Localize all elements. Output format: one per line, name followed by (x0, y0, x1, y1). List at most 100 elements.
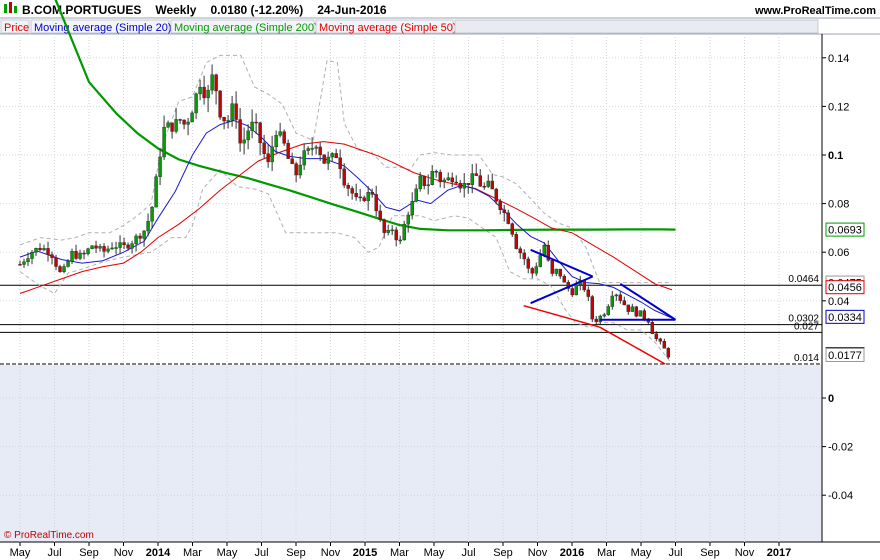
candle-body (166, 122, 170, 128)
candle-body (78, 252, 82, 259)
candle-body (582, 280, 586, 291)
candle-body (34, 248, 38, 253)
price-chart[interactable]: B.COM.PORTUGUES Weekly 0.0180 (-12.20%) 24-… (0, 0, 880, 560)
candle-body (538, 255, 542, 267)
candle-body (634, 306, 639, 317)
candle-body (50, 254, 54, 258)
candle-body (550, 260, 554, 274)
legend-item[interactable]: Moving average (Simple 20) (34, 22, 172, 34)
candle-body (266, 153, 270, 163)
legend-filler (454, 19, 819, 34)
x-tick-label: May (217, 547, 238, 559)
candle-body (366, 191, 370, 201)
candle-body (250, 121, 254, 132)
candle-body (38, 248, 42, 251)
candle-body (170, 122, 174, 132)
candle-body (430, 171, 434, 185)
price-tag-label: 0.0177 (828, 350, 862, 362)
candle-body (134, 235, 138, 244)
candle-body (62, 266, 66, 272)
candle-body (54, 257, 58, 267)
candle-body (510, 223, 514, 235)
candle-body (426, 184, 430, 186)
candle-body (602, 314, 606, 317)
candle-body (542, 245, 546, 256)
candle-body (294, 163, 298, 176)
copyright: © ProRealTime.com (4, 530, 94, 541)
candle-body (122, 242, 126, 246)
candle-body (498, 200, 502, 210)
candle-body (242, 139, 246, 144)
candle-body (130, 243, 134, 249)
x-tick-label: May (10, 547, 31, 559)
candle-body (394, 229, 398, 241)
candle-body (322, 154, 326, 164)
candle-body (558, 268, 562, 277)
candle-body (362, 197, 366, 201)
candle-body (622, 300, 627, 306)
y-tick-label: 0.08 (828, 199, 849, 211)
candle-body (506, 212, 510, 224)
x-tick-label: 2016 (560, 547, 584, 559)
candle-body (314, 146, 318, 149)
candle-body (454, 181, 458, 184)
candle-body (610, 295, 614, 307)
y-tick-label: 0.06 (828, 247, 849, 259)
candle-body (218, 90, 222, 118)
candle-body (66, 261, 70, 267)
candle-body (450, 177, 454, 183)
candle-body (234, 103, 238, 120)
candle-body (554, 268, 558, 274)
candle-body (606, 306, 610, 315)
candle-body (570, 288, 574, 296)
candle-body (346, 185, 350, 189)
x-tick-label: Sep (286, 547, 306, 559)
x-tick-label: 2015 (353, 547, 377, 559)
candle-body (146, 220, 150, 232)
candle-body (298, 164, 302, 176)
candle-body (354, 193, 358, 198)
candle-body (586, 289, 590, 297)
level-label: 0.027 (794, 321, 819, 332)
candle-body (194, 93, 198, 114)
x-tick-label: Jul (668, 547, 682, 559)
level-label: 0.014 (794, 353, 819, 364)
candle-body (118, 242, 122, 248)
candle-body (26, 258, 30, 263)
price-tag-label: 0.0456 (828, 282, 862, 294)
candle-body (102, 246, 106, 252)
candle-body (158, 156, 162, 177)
candle-body (302, 150, 306, 166)
candle-body (306, 148, 310, 151)
candle-body (358, 196, 362, 199)
y-tick-label: -0.04 (828, 490, 853, 502)
candle-body (202, 86, 206, 99)
candle-body (94, 245, 98, 249)
legend-item[interactable]: Moving average (Simple 200) (174, 22, 318, 34)
candle-body (518, 248, 522, 254)
candle-body (466, 183, 470, 185)
candle-body (514, 234, 518, 249)
candle-body (594, 318, 598, 322)
legend-item[interactable]: Price (4, 22, 29, 34)
candle-body (530, 268, 534, 274)
candle-body (490, 180, 494, 190)
candle-body (414, 188, 418, 202)
x-tick-label: Mar (183, 547, 202, 559)
candle-body (318, 146, 322, 155)
candle-body (18, 264, 22, 266)
candle-body (406, 214, 410, 225)
legend-item[interactable]: Moving average (Simple 50) (319, 22, 457, 34)
candle-body (214, 74, 218, 92)
candle-body (154, 176, 158, 208)
price-tag-label: 0.0334 (828, 312, 862, 324)
candle-body (138, 235, 142, 239)
site-link[interactable]: www.ProRealTime.com (754, 5, 876, 17)
y-tick-label: 0.04 (828, 296, 849, 308)
candle-body (410, 201, 414, 216)
candle-body (162, 127, 166, 158)
candle-body (90, 245, 94, 249)
x-tick-label: Nov (114, 547, 134, 559)
candle-body (178, 119, 182, 121)
candle-body (74, 250, 78, 259)
